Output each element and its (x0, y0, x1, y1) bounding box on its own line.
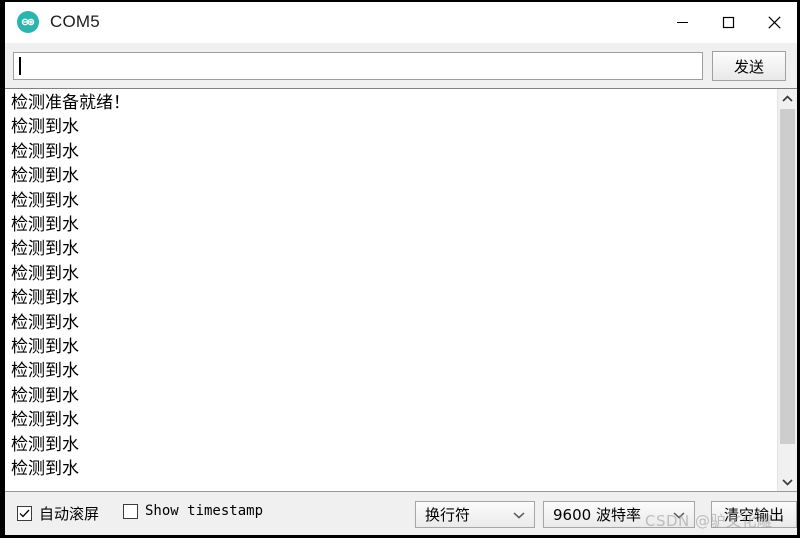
baud-rate-select[interactable]: 9600 波特率 (543, 501, 695, 528)
window-title: COM5 (50, 12, 100, 31)
output-line: 检测到水 (11, 166, 79, 187)
autoscroll-checkbox[interactable] (17, 506, 32, 521)
window-controls (659, 2, 797, 42)
chevron-up-icon[interactable] (778, 89, 797, 108)
baud-rate-value: 9600 波特率 (553, 506, 641, 524)
output-line: 检测准备就绪！ (11, 93, 130, 113)
autoscroll-checkbox-group[interactable]: 自动滚屏 (17, 503, 99, 524)
timestamp-label: Show timestamp (145, 503, 264, 519)
timestamp-checkbox-group[interactable]: Show timestamp (123, 503, 263, 519)
chevron-down-icon[interactable] (778, 472, 797, 491)
output-line: 检测到水 (11, 288, 79, 309)
serial-monitor-window: COM5 发送 检测准备就绪！ 检测到水 检测到水 检测到水 检测到水 检测到水… (0, 0, 800, 538)
maximize-button[interactable] (705, 2, 751, 42)
line-ending-value: 换行符 (425, 506, 471, 524)
title-bar: COM5 (5, 2, 797, 42)
scrollbar-thumb[interactable] (780, 109, 795, 444)
close-button[interactable] (751, 2, 797, 42)
serial-output-area: 检测准备就绪！ 检测到水 检测到水 检测到水 检测到水 检测到水 检测到水 检测… (5, 88, 797, 491)
text-caret (19, 57, 21, 75)
line-ending-select[interactable]: 换行符 (415, 501, 535, 528)
autoscroll-label: 自动滚屏 (39, 505, 100, 523)
arduino-logo-icon (17, 11, 39, 33)
output-line: 检测到水 (11, 459, 79, 480)
output-line: 检测到水 (11, 190, 79, 211)
clear-output-button[interactable]: 清空输出 (711, 501, 797, 528)
output-line: 检测到水 (11, 215, 79, 236)
serial-output-text[interactable]: 检测准备就绪！ 检测到水 检测到水 检测到水 检测到水 检测到水 检测到水 检测… (5, 89, 777, 491)
timestamp-checkbox[interactable] (123, 503, 138, 519)
chevron-down-icon (513, 511, 525, 519)
output-line: 检测到水 (11, 337, 79, 358)
output-line: 检测到水 (11, 263, 79, 284)
output-line: 检测到水 (11, 117, 79, 138)
output-scrollbar[interactable] (777, 89, 797, 491)
send-button[interactable]: 发送 (712, 51, 786, 81)
minimize-button[interactable] (659, 2, 705, 42)
output-line: 检测到水 (11, 434, 79, 455)
output-line: 检测到水 (11, 385, 79, 406)
send-bar: 发送 (5, 43, 797, 88)
chevron-down-icon (673, 511, 685, 519)
status-bar: 自动滚屏 Show timestamp 换行符 9600 波特率 清空输出 (5, 491, 797, 535)
send-input[interactable] (13, 52, 703, 80)
output-line: 检测到水 (11, 239, 79, 260)
output-line: 检测到水 (11, 410, 79, 431)
output-line: 检测到水 (11, 141, 79, 162)
output-line: 检测到水 (11, 312, 79, 333)
output-line: 检测到水 (11, 361, 79, 382)
